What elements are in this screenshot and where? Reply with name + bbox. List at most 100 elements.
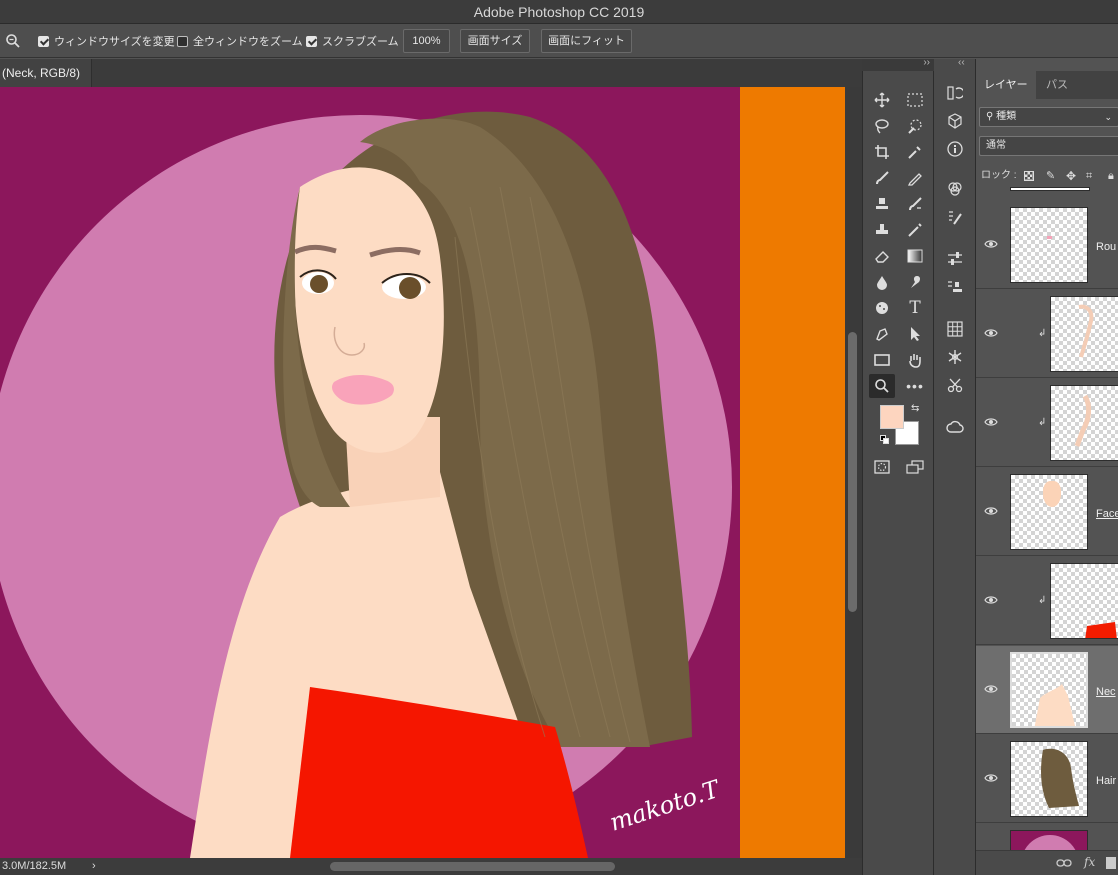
history-brush-tool[interactable] (902, 192, 928, 216)
panel-tabs: レイヤー パス (976, 71, 1118, 99)
properties-panel-button[interactable] (942, 345, 968, 369)
lock-position-icon[interactable]: ✥ (1066, 165, 1076, 187)
layer-row[interactable]: ↲ (976, 379, 1118, 467)
status-menu-arrow[interactable]: › (92, 858, 96, 875)
zoom-icon (6, 34, 20, 48)
layer-effects-button[interactable]: fx (1084, 855, 1095, 869)
grid-panel-button[interactable] (942, 317, 968, 341)
blur-tool[interactable] (869, 270, 895, 294)
eraser-tool[interactable] (869, 244, 895, 268)
layer-row[interactable]: Hair (976, 735, 1118, 823)
layer-row[interactable] (976, 824, 1118, 850)
lasso-tool[interactable] (869, 114, 895, 138)
channels-panel-button[interactable] (942, 177, 968, 201)
pen-tool[interactable] (869, 322, 895, 346)
eyedropper-tool[interactable] (902, 140, 928, 164)
lock-transparent-pixels-icon[interactable] (1024, 171, 1034, 181)
layer-thumbnail (1010, 830, 1088, 850)
document-tab[interactable]: (Neck, RGB/8) (0, 59, 92, 87)
layer-row[interactable]: Nec (976, 646, 1118, 734)
scrubby-zoom-checkbox[interactable]: スクラブズーム (306, 24, 399, 58)
libraries-panel-button[interactable] (942, 415, 968, 439)
layer-thumbnail (1010, 652, 1088, 728)
lock-image-pixels-icon[interactable]: ✎ (1046, 165, 1055, 187)
actual-pixels-button[interactable]: 画面サイズ (460, 29, 530, 53)
scrubby-zoom-label: スクラブズーム (322, 36, 399, 48)
shape-tool[interactable] (869, 348, 895, 372)
brush-settings-icon (949, 211, 962, 225)
healing-brush-tool[interactable] (869, 166, 895, 190)
layer-row[interactable]: Face (976, 468, 1118, 556)
crop-tool[interactable] (869, 140, 895, 164)
collapse-arrows-icon[interactable]: ‹‹ (958, 57, 965, 68)
layer-name: Rou (1096, 241, 1117, 253)
art-brush-tool[interactable] (902, 218, 928, 242)
eye-icon[interactable] (984, 504, 998, 518)
screen-mode-button[interactable] (902, 455, 928, 479)
marquee-tool[interactable] (902, 88, 928, 112)
add-mask-icon[interactable] (1106, 857, 1116, 869)
vertical-scroll-thumb[interactable] (848, 332, 857, 612)
quick-mask-button[interactable] (869, 455, 895, 479)
3d-panel-button[interactable] (942, 109, 968, 133)
tab-layers[interactable]: レイヤー (976, 71, 1036, 99)
type-tool[interactable]: T (902, 296, 928, 320)
canvas-area[interactable]: makoto.T (0, 87, 845, 858)
layer-row[interactable]: Rou (976, 201, 1118, 289)
layer-row[interactable]: ↲ (976, 290, 1118, 378)
clone-source-button[interactable] (942, 275, 968, 299)
adjustments-panel-button[interactable] (942, 247, 968, 271)
zoom-100-button[interactable]: 100% (403, 29, 450, 53)
resize-windows-checkbox[interactable]: ウィンドウサイズを変更 (38, 24, 175, 58)
brush-presets-button[interactable] (942, 205, 968, 229)
foreground-color-swatch[interactable] (880, 405, 904, 429)
tab-paths[interactable]: パス (1038, 71, 1076, 99)
lock-artboard-icon[interactable]: ⌗ (1086, 165, 1092, 187)
zoom-tool[interactable] (869, 374, 895, 398)
eye-icon[interactable] (984, 682, 998, 696)
dodge-tool[interactable] (869, 296, 895, 320)
creative-cloud-icon (946, 420, 964, 433)
clone-stamp-tool[interactable] (869, 192, 895, 216)
app-title: Adobe Photoshop CC 2019 (473, 4, 645, 20)
blend-mode-select[interactable]: 通常 (979, 136, 1118, 156)
link-layers-icon[interactable] (1056, 857, 1072, 869)
zoom-all-windows-checkbox[interactable]: 全ウィンドウをズーム (177, 24, 303, 58)
vertical-scrollbar[interactable] (845, 87, 862, 858)
arrow-cursor-icon (911, 327, 920, 341)
quick-selection-tool[interactable] (902, 114, 928, 138)
collapse-arrows-icon[interactable]: ›› (923, 57, 930, 68)
lasso-icon (875, 119, 889, 134)
orange-bar (740, 87, 845, 858)
artwork[interactable]: makoto.T (0, 87, 845, 858)
brush-tool[interactable] (902, 166, 928, 190)
tool-panel-header[interactable]: ›› (862, 57, 934, 71)
history-panel-button[interactable] (942, 81, 968, 105)
gradient-tool[interactable] (902, 244, 928, 268)
path-selection-tool[interactable] (902, 322, 928, 346)
options-bar: ウィンドウサイズを変更 全ウィンドウをズーム スクラブズーム 100% 画面サイ… (0, 24, 1118, 58)
smudge-tool[interactable] (902, 270, 928, 294)
stamp-tool[interactable] (869, 218, 895, 242)
swap-colors-icon[interactable]: ⇆ (911, 403, 919, 414)
blend-mode-label: 通常 (986, 140, 1006, 151)
fit-screen-button[interactable]: 画面にフィット (541, 29, 632, 53)
layer-filter-select[interactable]: ⚲ 種類 ⌄ (979, 107, 1118, 127)
move-tool[interactable] (869, 88, 895, 112)
eye-icon[interactable] (984, 771, 998, 785)
default-colors-icon[interactable] (880, 435, 890, 445)
eye-icon[interactable] (984, 326, 998, 340)
eye-icon[interactable] (984, 593, 998, 607)
hand-tool[interactable] (902, 348, 928, 372)
edit-toolbar-button[interactable]: ••• (902, 374, 928, 398)
lock-all-icon[interactable]: 🔒︎ (1108, 165, 1114, 187)
layer-name: Hair (1096, 775, 1117, 787)
zoom-tool-preset[interactable] (5, 24, 21, 58)
eye-icon[interactable] (984, 415, 998, 429)
tool-presets-button[interactable] (942, 373, 968, 397)
horizontal-scroll-thumb[interactable] (330, 862, 615, 871)
layer-row[interactable]: ↲ (976, 557, 1118, 645)
eye-icon[interactable] (984, 237, 998, 251)
grid-icon (947, 321, 963, 337)
info-panel-button[interactable] (942, 137, 968, 161)
